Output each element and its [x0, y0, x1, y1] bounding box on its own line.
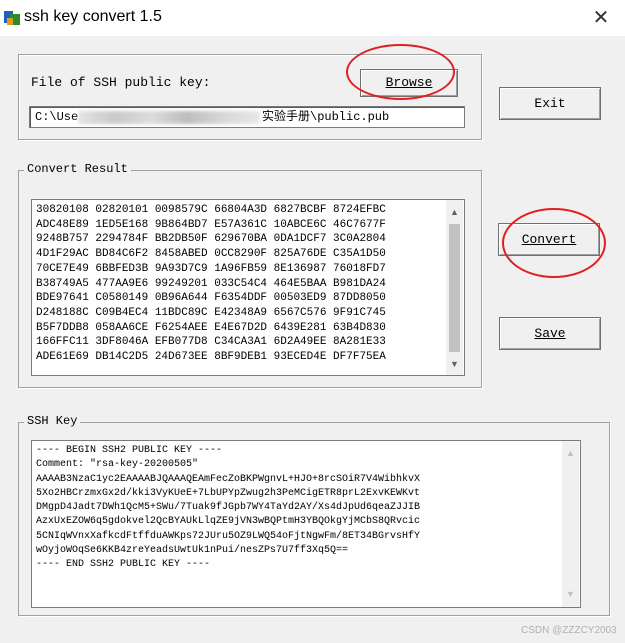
convert-result-line: BDE97641 C0580149 0B96A644 F6354DDF 0050… — [36, 292, 386, 305]
watermark: CSDN @ZZZCY2003 — [521, 625, 617, 636]
file-path-prefix: C:\Use — [35, 110, 79, 124]
browse-label: Browse — [385, 75, 433, 90]
title-bar: ssh key convert 1.5 ✕ — [0, 0, 625, 36]
ssh-key-line: AAAAB3NzaC1yc2EAAAABJQAAAQEAmFecZoBKPWgn… — [36, 473, 421, 485]
convert-label: Convert — [521, 232, 577, 247]
ssh-key-textarea[interactable]: ---- BEGIN SSH2 PUBLIC KEY ---- Comment: … — [31, 440, 581, 608]
save-button[interactable]: Save — [499, 317, 601, 350]
file-panel: File of SSH public key: Browse C:\Use 实验… — [18, 54, 482, 140]
convert-result-line: 30820108 02820101 0098579C 66804A3D 6827… — [36, 204, 386, 216]
ssh-key-line: 5CNIqWVnxXafkcdFtffduAWKps72JUru5OZ9LWQ5… — [36, 530, 421, 542]
ssh-key-line: Comment: "rsa-key-20200505" — [36, 459, 199, 471]
ssh-key-text: ---- BEGIN SSH2 PUBLIC KEY ---- Comment: … — [36, 444, 420, 573]
ssh-key-scrollbar[interactable]: ▲ ▼ — [562, 441, 579, 607]
ssh-key-line: DMgpD4Jadt7DWh1QcM5+SWu/7Tuak9fJGpb7WY4T… — [36, 502, 421, 514]
convert-result-line: 166FFC11 3DF8046A EFB077D8 C34CA3A1 6D2A… — [36, 336, 386, 349]
ssh-key-label: SSH Key — [24, 414, 81, 428]
exit-button[interactable]: Exit — [499, 87, 601, 120]
convert-result-line: B5F7DDB8 058AA6CE F6254AEE E4E67D2D 6439… — [36, 321, 386, 334]
browse-button[interactable]: Browse — [360, 69, 458, 97]
convert-result-text: 30820108 02820101 0098579C 66804A3D 6827… — [36, 203, 386, 365]
convert-button[interactable]: Convert — [498, 223, 600, 256]
scrollbar-thumb[interactable] — [449, 224, 460, 352]
scroll-down-icon[interactable]: ▼ — [446, 356, 463, 373]
ssh-scroll-up-icon[interactable]: ▲ — [562, 445, 579, 462]
convert-result-label: Convert Result — [24, 162, 131, 176]
app-icon — [4, 11, 20, 25]
scroll-up-icon[interactable]: ▲ — [446, 204, 463, 221]
convert-result-line: B38749A5 477AA9E6 99249201 033C54C4 464E… — [36, 277, 386, 290]
convert-result-line: ADC48E89 1ED5E168 9B864BD7 E57A361C 10AB… — [36, 218, 386, 231]
convert-result-line: 9248B757 2294784F BB2DB50F 629670BA 0DA1… — [36, 233, 386, 246]
app-window: ssh key convert 1.5 ✕ File of SSH public… — [0, 0, 625, 643]
exit-label: Exit — [534, 96, 566, 111]
path-redaction — [78, 111, 260, 124]
ssh-key-line: ---- END SSH2 PUBLIC KEY ---- — [36, 559, 211, 571]
convert-result-line: D248188C C09B4EC4 11BDC89C E42348A9 6567… — [36, 306, 386, 319]
window-title: ssh key convert 1.5 — [24, 8, 162, 25]
convert-result-scrollbar[interactable]: ▲ ▼ — [446, 200, 463, 375]
convert-result-line: ADE61E69 DB14C2D5 24D673EE 8BF9DEB1 93EC… — [36, 351, 386, 364]
convert-result-line: 4D1F29AC BD84C6F2 8458ABED 0CC8290F 825A… — [36, 248, 386, 261]
close-icon[interactable]: ✕ — [586, 4, 616, 32]
ssh-scroll-down-icon[interactable]: ▼ — [562, 586, 579, 603]
ssh-key-line: ---- BEGIN SSH2 PUBLIC KEY ---- — [36, 445, 223, 456]
save-label: Save — [534, 326, 566, 341]
file-label: File of SSH public key: — [31, 75, 211, 90]
file-path-suffix: 实验手册\public.pub — [262, 110, 390, 124]
file-path-field[interactable]: C:\Use 实验手册\public.pub — [29, 106, 465, 128]
convert-result-textarea[interactable]: 30820108 02820101 0098579C 66804A3D 6827… — [31, 199, 465, 376]
ssh-key-line: wOyjoWOqSe6KKB4zreYeadsUwtUk1nPui/nesZPs… — [36, 545, 349, 557]
ssh-key-line: 5Xo2HBCrzmxGx2d/kki3VyKUeE+7LbUPYpZwug2h… — [36, 487, 421, 499]
convert-result-line: 70CE7E49 6BBFED3B 9A93D7C9 1A96FB59 8E13… — [36, 262, 386, 275]
ssh-key-line: AzxUxEZOW6q5gdokvel2QcBYAUkLlqZE9jVN3wBQ… — [36, 516, 421, 528]
